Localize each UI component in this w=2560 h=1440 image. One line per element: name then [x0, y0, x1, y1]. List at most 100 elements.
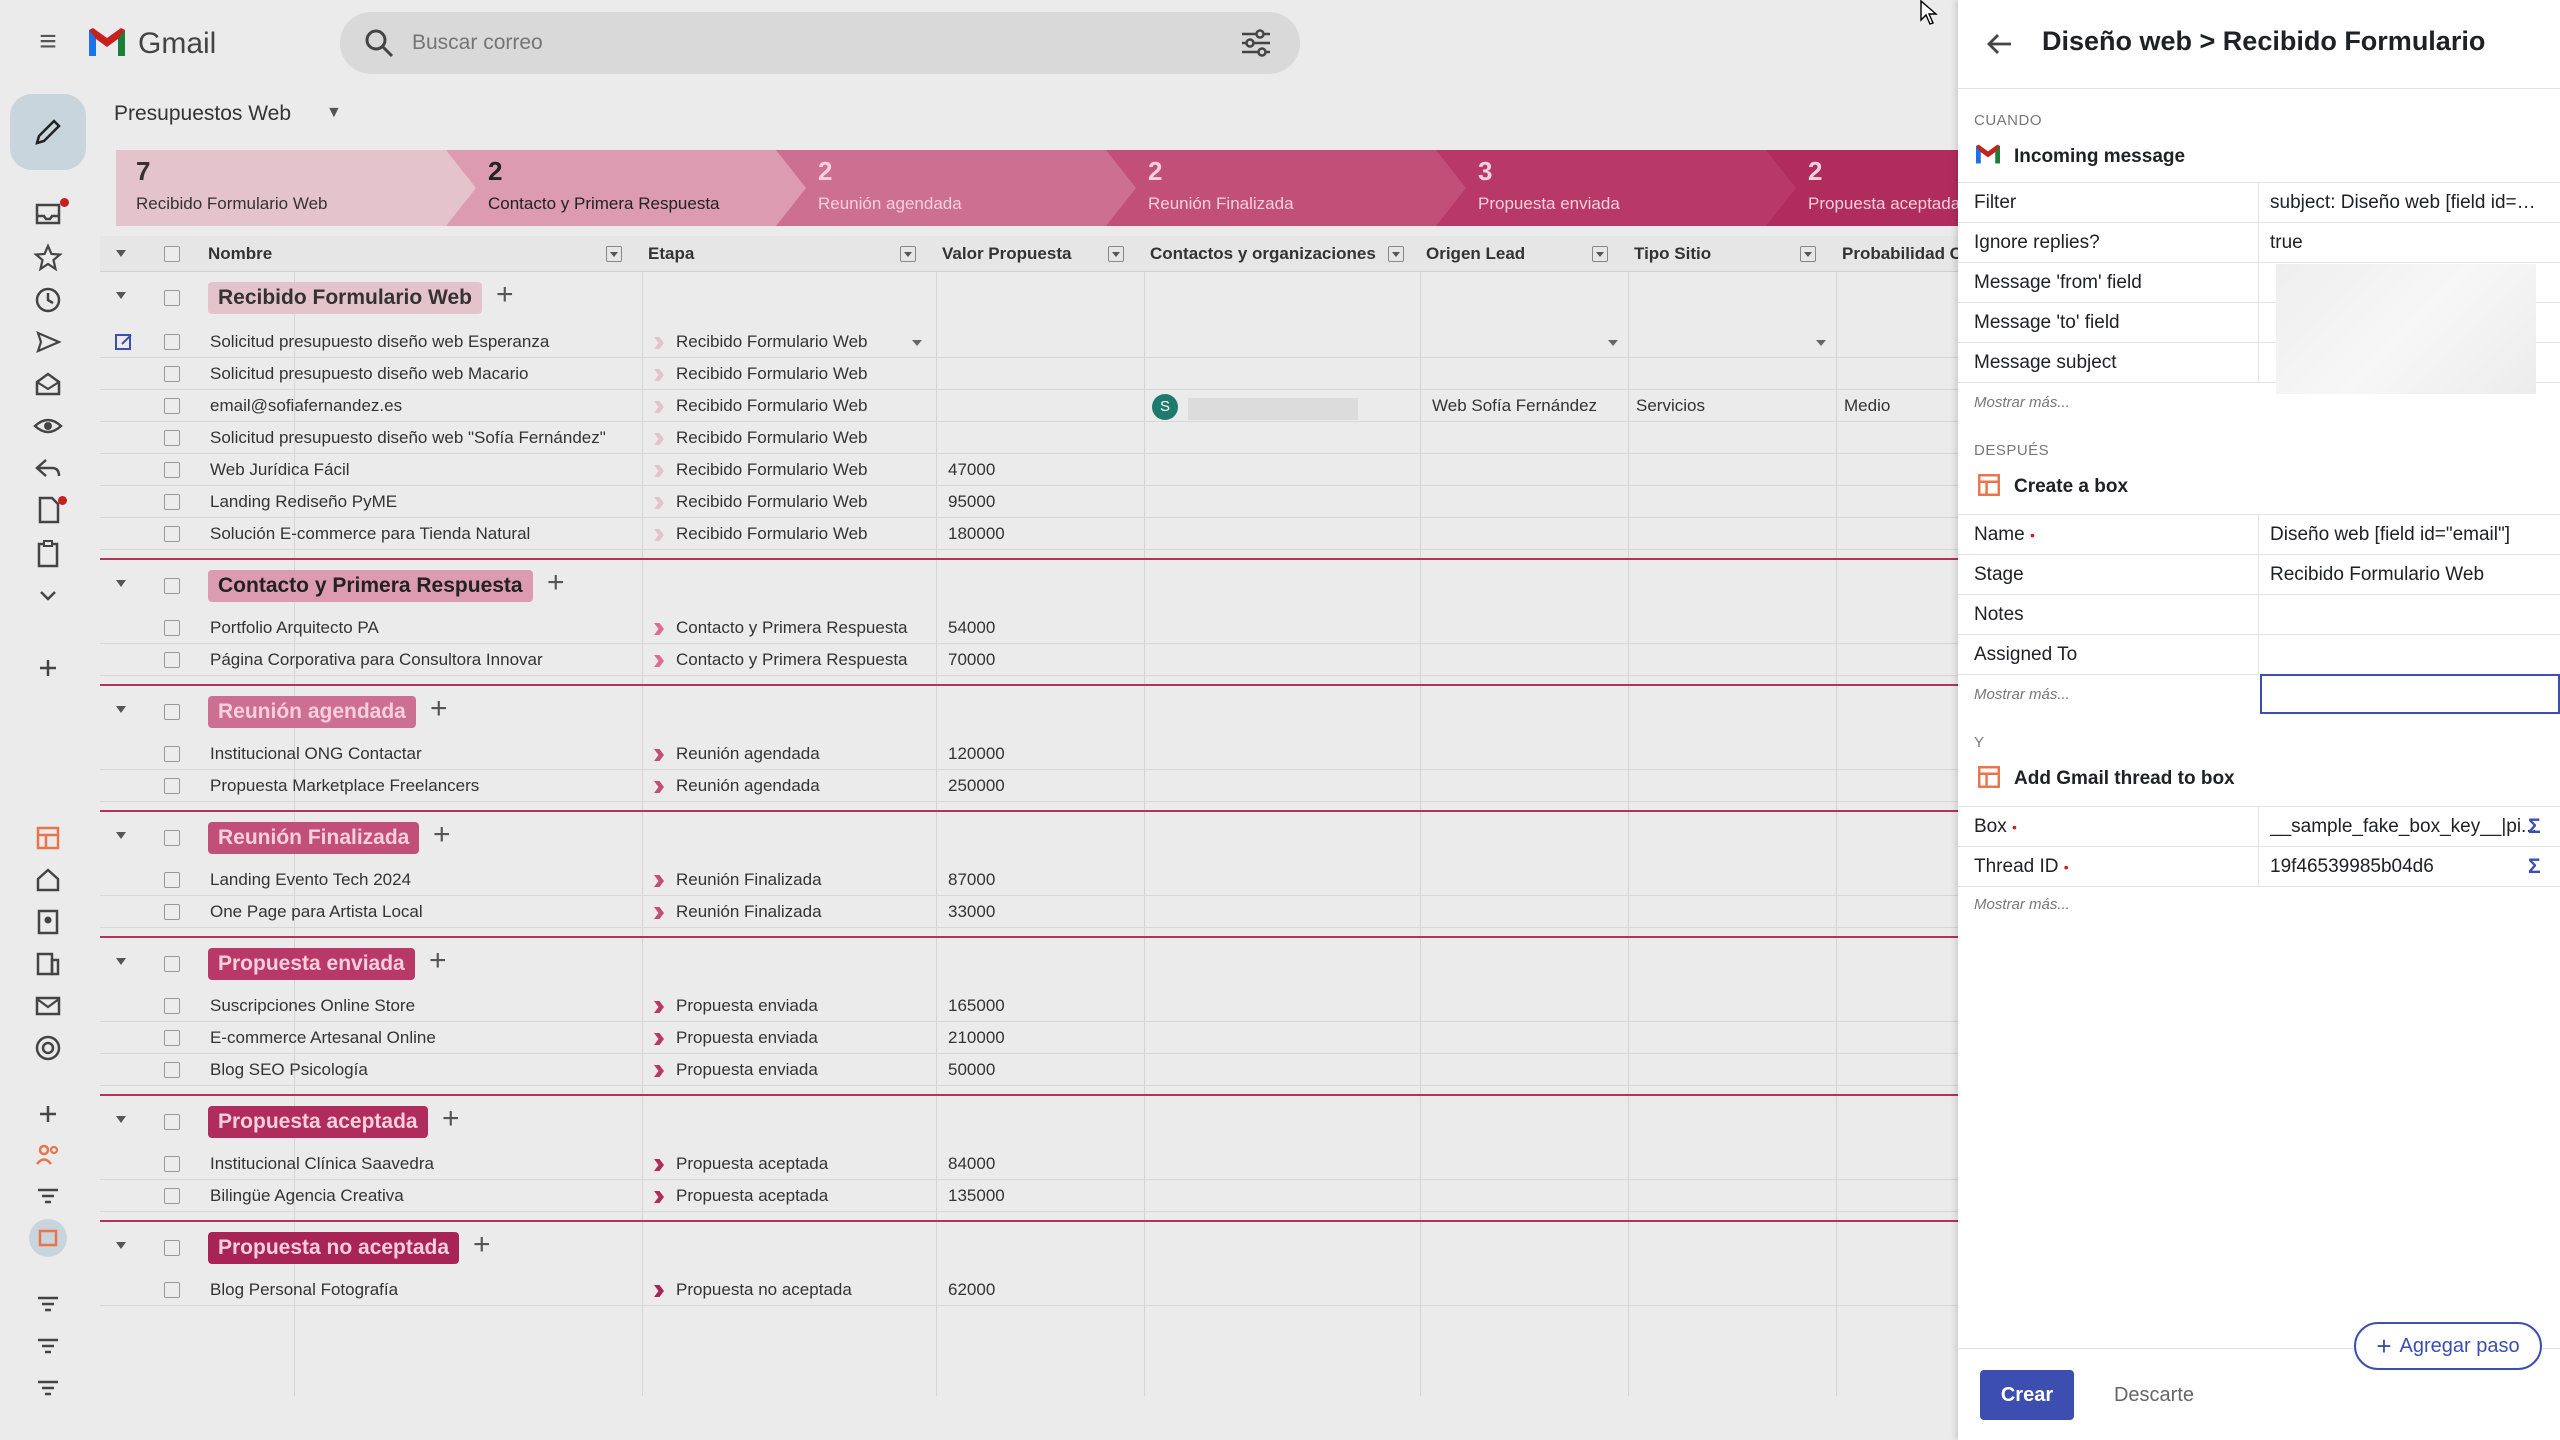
table-row[interactable]: One Page para Artista Local Reunión Final… [100, 896, 1958, 928]
field-value[interactable]: __sample_fake_box_key__|pi... [2270, 807, 2540, 847]
cell-valor[interactable]: 33000 [948, 896, 1134, 928]
cell-etapa[interactable]: Reunión agendada [654, 770, 934, 802]
chevron-down-icon[interactable]: ▼ [326, 104, 342, 122]
cell-nombre[interactable]: Propuesta Marketplace Freelancers [210, 770, 640, 802]
field-value[interactable] [2270, 595, 2540, 635]
field-value[interactable]: 19f46539985b04d6 [2270, 847, 2540, 887]
show-more-link[interactable]: Mostrar más... [1974, 896, 2070, 913]
row-checkbox[interactable] [164, 462, 180, 478]
field-value[interactable]: true [2270, 223, 2540, 263]
cell-nombre[interactable]: Solicitud presupuesto diseño web Macario [210, 358, 640, 390]
stage-recibido[interactable]: 7 Recibido Formulario Web [116, 150, 478, 226]
table-row[interactable]: E-commerce Artesanal Online Propuesta env… [100, 1022, 1958, 1054]
dropdown-caret-icon[interactable] [912, 340, 922, 346]
search-options-icon[interactable] [1240, 28, 1272, 58]
cell-valor[interactable] [948, 358, 1134, 390]
table-row[interactable]: Blog Personal Fotografía Propuesta no ace… [100, 1274, 1958, 1306]
column-header-probabilidad[interactable]: Probabilidad Cierre [1842, 236, 1958, 272]
row-checkbox[interactable] [164, 620, 180, 636]
cell-valor[interactable]: 50000 [948, 1054, 1134, 1086]
cell-nombre[interactable]: email@sofiafernandez.es [210, 390, 640, 422]
field-value[interactable]: subject: Diseño web [field id="e... [2270, 183, 2540, 223]
cell-etapa[interactable]: Propuesta enviada [654, 1022, 934, 1054]
cell-valor[interactable] [948, 326, 1134, 358]
open-box-icon[interactable] [114, 332, 134, 352]
group-checkbox[interactable] [164, 830, 180, 846]
group-collapse-icon[interactable] [116, 1116, 126, 1123]
stage-propuesta-enviada[interactable]: 3 Propuesta enviada [1436, 150, 1798, 226]
group-checkbox[interactable] [164, 1114, 180, 1130]
cell-valor[interactable]: 95000 [948, 486, 1134, 518]
streak-icon[interactable] [32, 822, 64, 854]
group-checkbox[interactable] [164, 290, 180, 306]
cell-etapa[interactable]: Contacto y Primera Respuesta [654, 612, 934, 644]
field-value[interactable]: Diseño web [field id="email"] [2270, 515, 2540, 555]
building-icon[interactable] [32, 948, 64, 980]
cell-valor[interactable]: 180000 [948, 518, 1134, 550]
column-menu-icon[interactable] [606, 246, 622, 262]
row-checkbox[interactable] [164, 998, 180, 1014]
cell-nombre[interactable]: Blog Personal Fotografía [210, 1274, 640, 1306]
cell-etapa[interactable]: Propuesta enviada [654, 990, 934, 1022]
cell-valor[interactable]: 120000 [948, 738, 1134, 770]
view-title[interactable]: Presupuestos Web [114, 102, 291, 126]
cell-nombre[interactable]: E-commerce Artesanal Online [210, 1022, 640, 1054]
group-collapse-icon[interactable] [116, 1242, 126, 1249]
cell-origen[interactable]: Web Sofía Fernández [1432, 390, 1622, 422]
cell-valor[interactable]: 47000 [948, 454, 1134, 486]
back-arrow-icon[interactable] [1984, 28, 2016, 60]
column-header-etapa[interactable]: Etapa [648, 236, 868, 272]
cell-nombre[interactable]: Solicitud presupuesto diseño web Esperan… [210, 326, 640, 358]
row-checkbox[interactable] [164, 778, 180, 794]
cell-valor[interactable]: 84000 [948, 1148, 1134, 1180]
column-header-origen[interactable]: Origen Lead [1426, 236, 1606, 272]
show-more-link[interactable]: Mostrar más... [1974, 686, 2070, 703]
group-checkbox[interactable] [164, 578, 180, 594]
add-box-icon[interactable]: + [429, 944, 447, 978]
row-checkbox[interactable] [164, 1188, 180, 1204]
row-checkbox[interactable] [164, 334, 180, 350]
add-box-icon[interactable]: + [473, 1228, 491, 1262]
filter-icon[interactable] [32, 1330, 64, 1362]
create-button[interactable]: Crear [1980, 1370, 2074, 1420]
collapse-all-icon[interactable] [116, 250, 126, 257]
cell-valor[interactable]: 165000 [948, 990, 1134, 1022]
cell-nombre[interactable]: Blog SEO Psicología [210, 1054, 640, 1086]
table-row[interactable]: Portfolio Arquitecto PA Contacto y Primer… [100, 612, 1958, 644]
cell-valor[interactable] [948, 422, 1134, 454]
cell-etapa[interactable]: Recibido Formulario Web [654, 518, 934, 550]
group-collapse-icon[interactable] [116, 706, 126, 713]
table-row[interactable]: email@sofiafernandez.es Recibido Formular… [100, 390, 1958, 422]
cell-nombre[interactable]: Suscripciones Online Store [210, 990, 640, 1022]
cell-etapa[interactable]: Reunión Finalizada [654, 864, 934, 896]
column-header-valor[interactable]: Valor Propuesta [942, 236, 1122, 272]
table-row[interactable]: Solución E-commerce para Tienda Natural R… [100, 518, 1958, 550]
stage-contacto[interactable]: 2 Contacto y Primera Respuesta [446, 150, 808, 226]
field-value[interactable] [2270, 635, 2540, 675]
cell-etapa[interactable]: Propuesta aceptada [654, 1148, 934, 1180]
add-box-icon[interactable]: + [442, 1102, 460, 1136]
people-icon[interactable] [32, 1138, 64, 1170]
row-checkbox[interactable] [164, 1156, 180, 1172]
cell-nombre[interactable]: One Page para Artista Local [210, 896, 640, 928]
cell-etapa[interactable]: Reunión agendada [654, 738, 934, 770]
column-menu-icon[interactable] [900, 246, 916, 262]
cell-nombre[interactable]: Landing Rediseño PyME [210, 486, 640, 518]
row-checkbox[interactable] [164, 872, 180, 888]
row-checkbox[interactable] [164, 904, 180, 920]
stage-reunion-agendada[interactable]: 2 Reunión agendada [776, 150, 1138, 226]
table-row[interactable]: Página Corporativa para Consultora Innov… [100, 644, 1958, 676]
table-row[interactable]: Solicitud presupuesto diseño web Macario… [100, 358, 1958, 390]
cell-probabilidad[interactable]: Medio [1844, 390, 1954, 422]
group-checkbox[interactable] [164, 956, 180, 972]
contact-avatar[interactable]: S [1152, 394, 1178, 420]
cell-valor[interactable]: 62000 [948, 1274, 1134, 1306]
column-header-nombre[interactable]: Nombre [208, 236, 428, 272]
cell-tipo[interactable]: Servicios [1636, 390, 1826, 422]
row-checkbox[interactable] [164, 526, 180, 542]
column-menu-icon[interactable] [1592, 246, 1608, 262]
row-checkbox[interactable] [164, 652, 180, 668]
cell-etapa[interactable]: Recibido Formulario Web [654, 390, 934, 422]
cell-etapa[interactable]: Reunión Finalizada [654, 896, 934, 928]
group-checkbox[interactable] [164, 704, 180, 720]
